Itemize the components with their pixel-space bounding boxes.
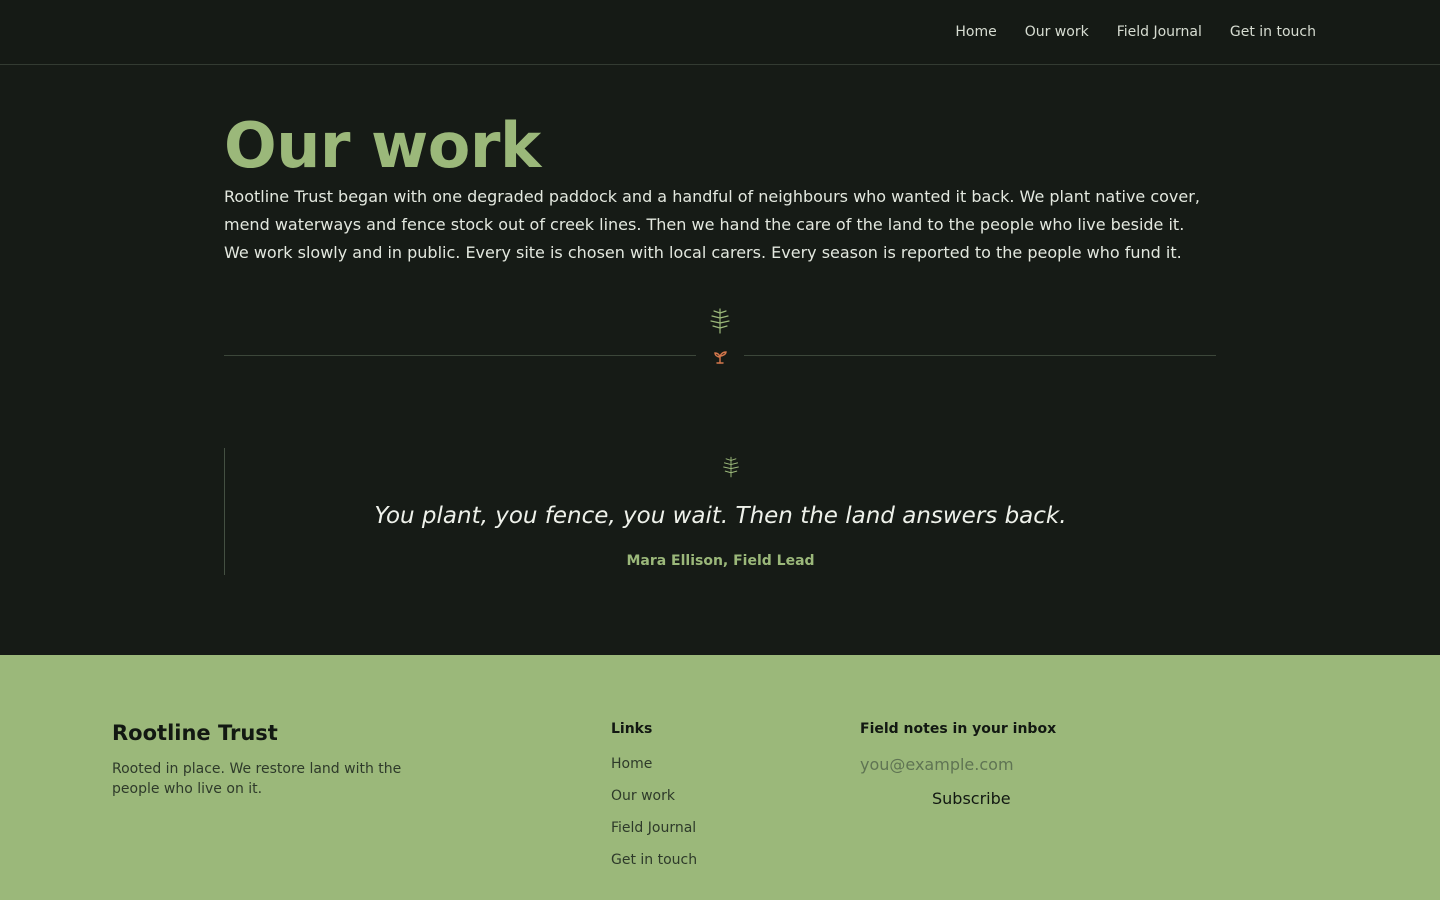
nav-our-work-link[interactable]: Our work [1025, 22, 1089, 42]
intro-paragraph-2: We work slowly and in public. Every site… [224, 243, 1182, 262]
footer-tagline: Rooted in place. We restore land with th… [112, 761, 402, 797]
quote-author: Mara Ellison, Field Lead [626, 553, 815, 569]
footer-links-heading: Links [611, 721, 653, 737]
divider-line-left [224, 355, 696, 356]
subscribe-button[interactable]: Subscribe [932, 788, 1011, 810]
divider-line-right [744, 355, 1216, 356]
footer-link-get-in-touch[interactable]: Get in touch [611, 850, 697, 870]
fern-icon [722, 455, 740, 483]
footer-links: Links Home Our work Field Journal Get in… [611, 719, 697, 882]
newsletter: Field notes in your inbox Subscribe [860, 719, 1160, 810]
nav-field-journal-link[interactable]: Field Journal [1117, 22, 1202, 42]
footer-link-home[interactable]: Home [611, 754, 697, 774]
section-divider [224, 308, 1216, 368]
site-footer: Rootline Trust Rooted in place. We resto… [0, 655, 1440, 900]
quote-text: You plant, you fence, you wait. Then the… [374, 503, 1067, 529]
main-content: Our work Rootline Trust began with one d… [224, 65, 1216, 575]
email-input[interactable] [860, 750, 1120, 778]
footer-link-our-work[interactable]: Our work [611, 786, 697, 806]
footer-link-field-journal[interactable]: Field Journal [611, 818, 697, 838]
footer-brand: Rootline Trust [112, 721, 278, 745]
quote-block: You plant, you fence, you wait. Then the… [224, 448, 1216, 575]
newsletter-heading: Field notes in your inbox [860, 721, 1057, 737]
page-title: Our work [224, 109, 541, 182]
sprout-icon [713, 349, 727, 368]
top-navbar: Home Our work Field Journal Get in touch [0, 0, 1440, 65]
fern-icon [709, 308, 731, 338]
intro-paragraph-1: Rootline Trust began with one degraded p… [224, 187, 1200, 234]
nav-get-in-touch-link[interactable]: Get in touch [1230, 22, 1316, 42]
nav-home-link[interactable]: Home [955, 22, 996, 42]
main-nav: Home Our work Field Journal Get in touch [955, 22, 1316, 42]
